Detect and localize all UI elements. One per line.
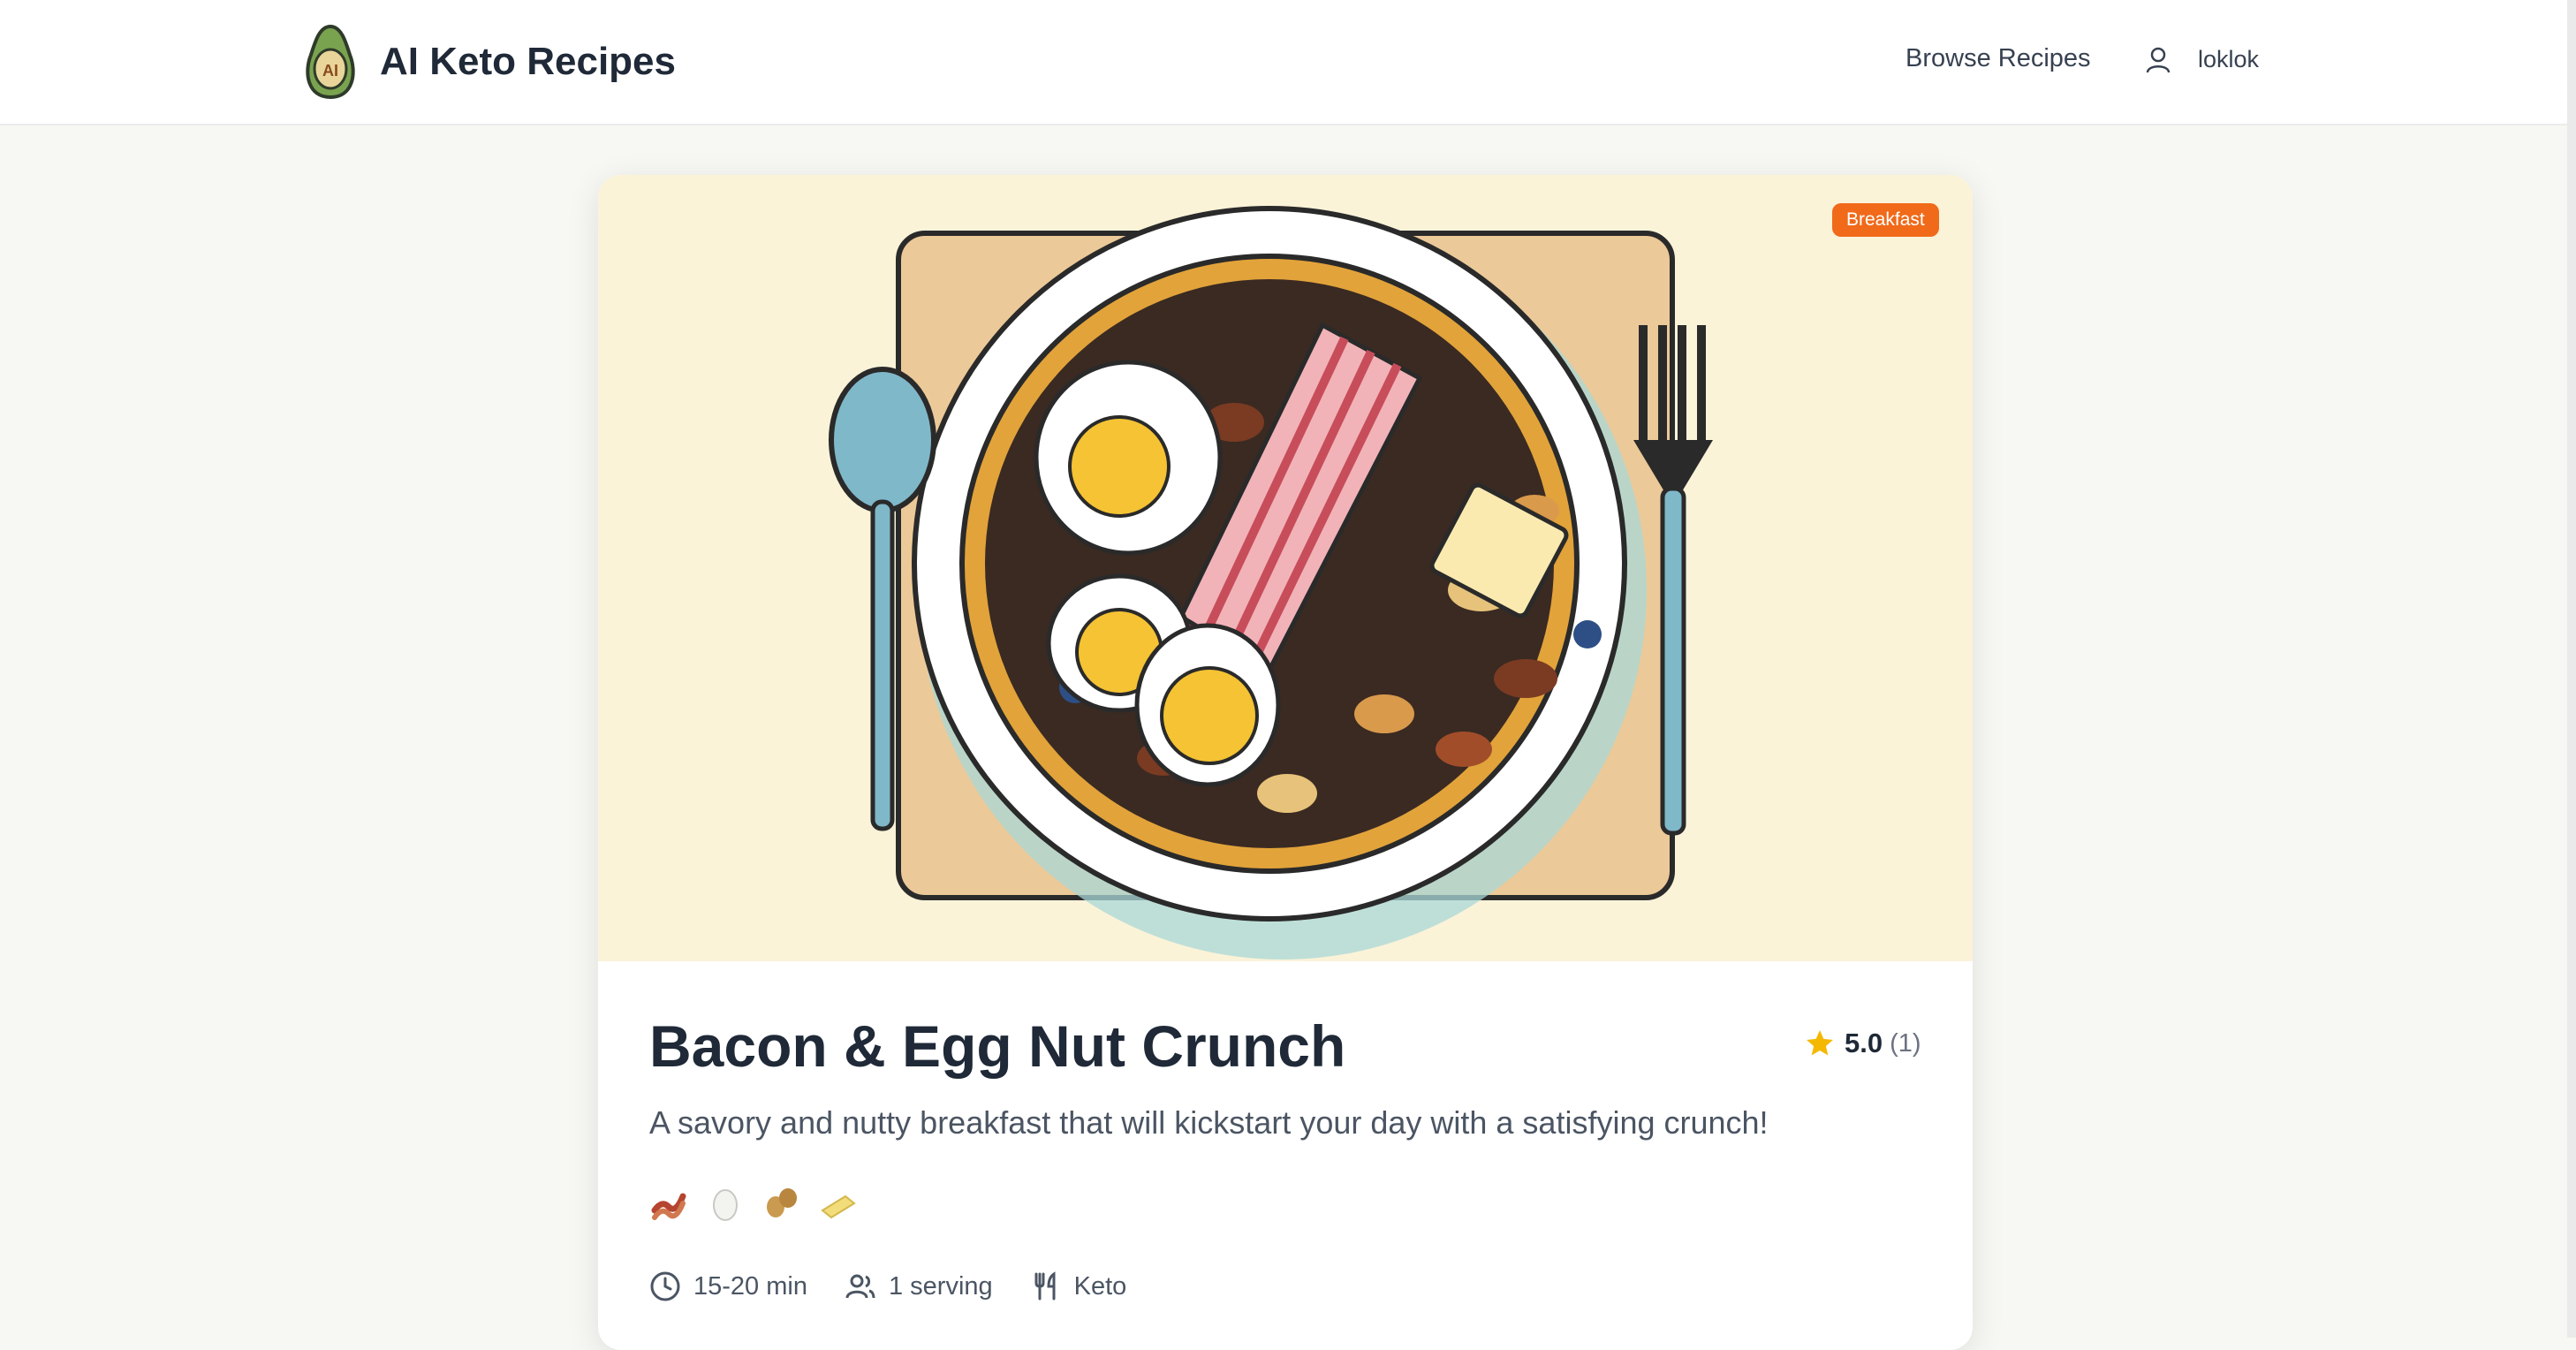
rating[interactable]: 5.0 (1) <box>1804 1028 1921 1059</box>
servings-value: 1 serving <box>888 1271 993 1301</box>
peanut-icon <box>767 1188 797 1217</box>
scrollbar[interactable] <box>2567 0 2576 1338</box>
logo-mark-text: AI <box>322 62 338 80</box>
user-name[interactable]: loklok <box>2198 46 2259 73</box>
recipe-title: Bacon & Egg Nut Crunch <box>649 1013 1346 1079</box>
recipe-illustration <box>829 206 1713 959</box>
brand[interactable]: AI AI Keto Recipes <box>300 23 676 101</box>
bacon-icon <box>651 1193 686 1220</box>
ingredient-icons <box>649 1184 858 1223</box>
recipe-hero-image: Breakfast <box>598 175 1973 961</box>
browse-recipes-link[interactable]: Browse Recipes <box>1905 44 2091 73</box>
diet: Keto <box>1030 1270 1127 1302</box>
rating-score: 5.0 <box>1845 1028 1883 1058</box>
servings: 1 serving <box>845 1270 993 1302</box>
cook-time: 15-20 min <box>649 1270 807 1302</box>
cook-time-value: 15-20 min <box>693 1271 807 1301</box>
brand-name: AI Keto Recipes <box>380 40 676 83</box>
avocado-logo-icon: AI <box>306 24 355 100</box>
egg-icon <box>713 1189 738 1221</box>
users-icon <box>845 1274 875 1299</box>
top-header: AI AI Keto Recipes Browse Recipes loklok <box>0 0 2567 125</box>
star-icon <box>1807 1030 1833 1056</box>
recipe-description: A savory and nutty breakfast that will k… <box>649 1104 1769 1141</box>
recipe-card: Breakfast Bacon & Egg Nut Crunch 5.0 (1)… <box>598 175 1973 1350</box>
clock-icon <box>650 1271 680 1301</box>
user-icon[interactable] <box>2145 46 2171 74</box>
rating-count: (1) <box>1890 1028 1921 1058</box>
utensils-icon <box>1034 1271 1056 1301</box>
recipe-meta: 15-20 min 1 serving Keto <box>649 1270 1163 1302</box>
diet-value: Keto <box>1073 1271 1127 1301</box>
butter-icon <box>821 1195 856 1219</box>
category-badge: Breakfast <box>1832 203 1939 237</box>
